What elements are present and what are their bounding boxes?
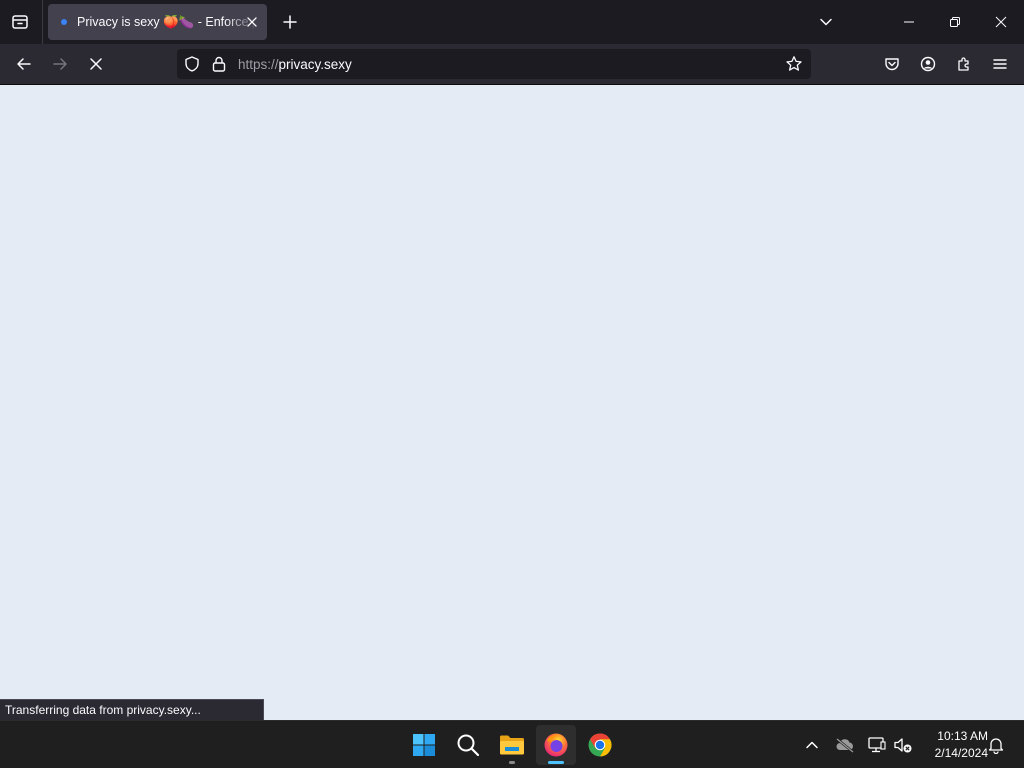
bell-icon bbox=[988, 738, 1004, 754]
arrow-left-icon bbox=[17, 58, 31, 70]
folder-icon bbox=[500, 735, 524, 755]
shield-icon bbox=[185, 56, 199, 72]
plus-icon bbox=[283, 15, 297, 29]
close-icon bbox=[247, 17, 257, 27]
volume-muted-icon bbox=[894, 738, 912, 753]
search-icon bbox=[457, 734, 480, 757]
onedrive-status-button[interactable] bbox=[833, 731, 857, 759]
pocket-button[interactable] bbox=[876, 50, 908, 78]
chevron-down-icon bbox=[820, 18, 832, 26]
close-window-button[interactable] bbox=[978, 0, 1024, 44]
windows-logo-icon bbox=[413, 734, 435, 756]
clock-time: 10:13 AM bbox=[937, 729, 988, 743]
close-icon bbox=[995, 16, 1007, 28]
firefox-view-button[interactable] bbox=[6, 8, 34, 36]
chrome-taskbar-button[interactable] bbox=[580, 725, 620, 765]
forward-button[interactable] bbox=[44, 50, 76, 78]
tab-title: Privacy is sexy 🍑🍆 - Enforce privacy & s… bbox=[77, 14, 257, 29]
account-button[interactable] bbox=[912, 50, 944, 78]
list-all-tabs-button[interactable] bbox=[812, 8, 840, 36]
star-icon bbox=[786, 56, 802, 71]
arrow-right-icon bbox=[53, 58, 67, 70]
show-hidden-icons-button[interactable] bbox=[800, 731, 824, 759]
chrome-icon bbox=[588, 733, 612, 757]
url-bar[interactable]: https://privacy.sexy bbox=[177, 49, 811, 79]
running-indicator bbox=[509, 761, 515, 764]
app-menu-button[interactable] bbox=[984, 50, 1016, 78]
navigation-toolbar: https://privacy.sexy bbox=[0, 44, 1024, 85]
url-text[interactable]: https://privacy.sexy bbox=[238, 49, 352, 79]
site-identity-button[interactable] bbox=[211, 55, 227, 73]
windows-taskbar: 10:13 AM 2/14/2024 bbox=[0, 720, 1024, 768]
tab-separator bbox=[42, 0, 43, 44]
tab-title-container: Privacy is sexy 🍑🍆 - Enforce privacy & s… bbox=[77, 4, 257, 40]
bookmark-star-button[interactable] bbox=[785, 55, 803, 73]
tab-active[interactable]: Privacy is sexy 🍑🍆 - Enforce privacy & s… bbox=[48, 4, 267, 40]
new-tab-button[interactable] bbox=[276, 8, 304, 36]
page-content bbox=[0, 85, 1024, 720]
url-scheme: https:// bbox=[238, 56, 279, 72]
clock-date: 2/14/2024 bbox=[934, 746, 988, 760]
tab-strip: Privacy is sexy 🍑🍆 - Enforce privacy & s… bbox=[0, 0, 1024, 44]
volume-button[interactable] bbox=[891, 731, 915, 759]
hamburger-menu-icon bbox=[993, 59, 1007, 69]
notifications-button[interactable] bbox=[984, 731, 1008, 759]
pocket-icon bbox=[885, 58, 899, 71]
stop-loading-button[interactable] bbox=[80, 50, 112, 78]
status-panel: Transferring data from privacy.sexy... bbox=[0, 699, 264, 720]
start-button[interactable] bbox=[404, 725, 444, 765]
stop-icon bbox=[90, 58, 102, 70]
firefox-icon bbox=[544, 733, 568, 757]
back-button[interactable] bbox=[8, 50, 40, 78]
puzzle-icon bbox=[958, 57, 969, 71]
extensions-button[interactable] bbox=[948, 50, 980, 78]
taskbar-search-button[interactable] bbox=[448, 725, 488, 765]
taskbar-clock[interactable]: 10:13 AM 2/14/2024 bbox=[920, 727, 988, 763]
account-icon bbox=[920, 56, 936, 72]
tab-close-button[interactable] bbox=[242, 12, 262, 32]
firefox-view-icon bbox=[12, 15, 28, 29]
loading-favicon-icon bbox=[61, 19, 67, 25]
tracking-protection-button[interactable] bbox=[183, 55, 201, 73]
active-indicator bbox=[548, 761, 564, 764]
minimize-window-button[interactable] bbox=[886, 0, 932, 44]
chevron-up-icon bbox=[806, 741, 818, 749]
status-text: Transferring data from privacy.sexy... bbox=[5, 703, 201, 717]
minimize-icon bbox=[904, 21, 914, 23]
network-status-button[interactable] bbox=[865, 731, 889, 759]
restore-icon bbox=[950, 17, 960, 27]
cloud-off-icon bbox=[836, 738, 854, 753]
restore-window-button[interactable] bbox=[932, 0, 978, 44]
firefox-taskbar-button[interactable] bbox=[536, 725, 576, 765]
file-explorer-button[interactable] bbox=[492, 725, 532, 765]
lock-icon bbox=[212, 56, 226, 72]
url-host: privacy.sexy bbox=[278, 56, 352, 72]
network-icon bbox=[868, 737, 886, 753]
